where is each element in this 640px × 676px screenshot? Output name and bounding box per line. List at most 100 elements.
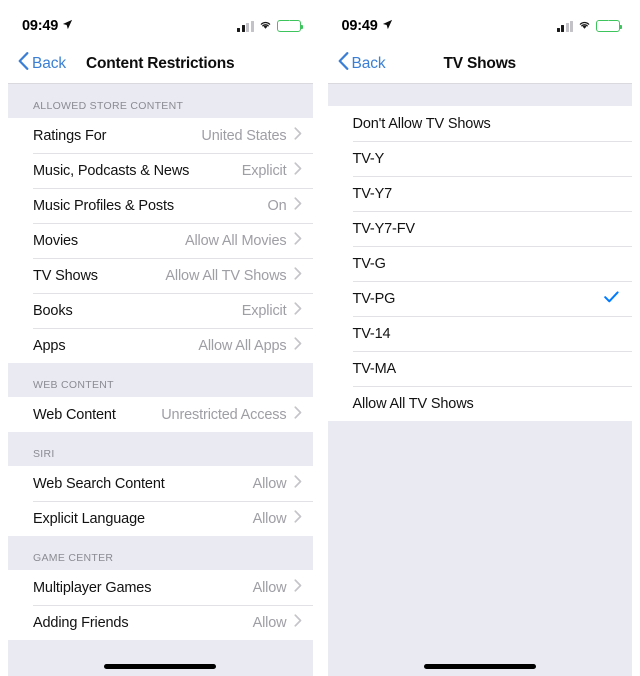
row-value: On <box>267 197 287 214</box>
row-label: Music Profiles & Posts <box>33 197 174 214</box>
tv-rating-option-tv-14[interactable]: TV-14 <box>327 316 632 351</box>
row-value: Allow <box>252 475 287 492</box>
tv-rating-option-tv-y[interactable]: TV-Y <box>327 141 632 176</box>
settings-row-apps[interactable]: Apps Allow All Apps <box>8 328 313 363</box>
tv-rating-option-tv-g[interactable]: TV-G <box>327 246 632 281</box>
checkmark-icon <box>604 290 619 308</box>
chevron-right-icon <box>293 336 302 355</box>
row-label: TV-Y7-FV <box>352 220 416 237</box>
row-value: Explicit <box>241 162 287 179</box>
tv-rating-option-tv-pg[interactable]: TV-PG <box>327 281 632 316</box>
row-value: Allow <box>252 510 287 527</box>
row-value: United States <box>201 127 287 144</box>
settings-row-ratings-for[interactable]: Ratings For United States <box>8 118 313 153</box>
chevron-left-icon <box>338 52 349 75</box>
row-label: TV-14 <box>352 325 391 342</box>
section-group-allowed-store-content: Ratings For United States Music, Podcast… <box>8 118 313 363</box>
tv-rating-option-tv-y7-fv[interactable]: TV-Y7-FV <box>327 211 632 246</box>
row-label: TV-Y7 <box>352 185 393 202</box>
back-button-left[interactable]: Back <box>8 52 66 75</box>
nav-bar-left: Back Content Restrictions <box>8 44 313 84</box>
chevron-right-icon <box>293 196 302 215</box>
tv-rating-option-tv-ma[interactable]: TV-MA <box>327 351 632 386</box>
section-header-game-center: GAME CENTER <box>8 536 313 570</box>
settings-list-left[interactable]: ALLOWED STORE CONTENT Ratings For United… <box>8 84 313 676</box>
chevron-right-icon <box>293 509 302 528</box>
row-label: Ratings For <box>33 127 107 144</box>
battery-charging-icon <box>276 20 303 32</box>
section-header-allowed-store-content: ALLOWED STORE CONTENT <box>8 84 313 118</box>
settings-row-books[interactable]: Books Explicit <box>8 293 313 328</box>
settings-row-movies[interactable]: Movies Allow All Movies <box>8 223 313 258</box>
section-header-web-content: WEB CONTENT <box>8 363 313 397</box>
row-label: Explicit Language <box>33 510 145 527</box>
home-indicator-left[interactable] <box>104 664 217 669</box>
settings-row-tv-shows[interactable]: TV Shows Allow All TV Shows <box>8 258 313 293</box>
tv-rating-options-group: Don't Allow TV Shows TV-Y TV-Y7 TV-Y7-FV… <box>327 106 632 421</box>
section-group-game-center: Multiplayer Games Allow Adding Friends A… <box>8 570 313 640</box>
row-label: Don't Allow TV Shows <box>352 115 491 132</box>
status-bar-time: 09:49 <box>341 18 378 34</box>
row-label: Movies <box>33 232 79 249</box>
nav-bar-right: Back TV Shows <box>327 44 632 84</box>
row-label: Adding Friends <box>33 614 129 631</box>
tv-rating-option-dont-allow-tv-shows[interactable]: Don't Allow TV Shows <box>327 106 632 141</box>
chevron-right-icon <box>293 161 302 180</box>
settings-row-music-podcasts-news[interactable]: Music, Podcasts & News Explicit <box>8 153 313 188</box>
tv-rating-option-allow-all-tv-shows[interactable]: Allow All TV Shows <box>327 386 632 421</box>
row-label: Books <box>33 302 73 319</box>
section-group-web-content: Web Content Unrestricted Access <box>8 397 313 432</box>
row-value: Explicit <box>241 302 287 319</box>
chevron-right-icon <box>293 126 302 145</box>
row-label: TV-MA <box>352 360 397 377</box>
wifi-icon <box>578 17 591 35</box>
cellular-signal-icon <box>556 20 573 32</box>
settings-row-adding-friends[interactable]: Adding Friends Allow <box>8 605 313 640</box>
settings-row-web-search-content[interactable]: Web Search Content Allow <box>8 466 313 501</box>
row-label: TV-PG <box>352 290 396 307</box>
location-arrow-icon <box>62 17 73 35</box>
status-bar-right: 09:49 <box>327 8 632 44</box>
back-button-right-label: Back <box>351 54 386 72</box>
tv-rating-option-tv-y7[interactable]: TV-Y7 <box>327 176 632 211</box>
status-bar-left: 09:49 <box>8 8 313 44</box>
chevron-right-icon <box>293 474 302 493</box>
status-bar-right-group <box>556 17 622 35</box>
row-label: TV-G <box>352 255 386 272</box>
settings-row-web-content[interactable]: Web Content Unrestricted Access <box>8 397 313 432</box>
back-button-right[interactable]: Back <box>328 52 386 75</box>
left-phone-screen: 09:49 Back Content Restrictions ALLOWED … <box>8 8 313 676</box>
home-indicator-right[interactable] <box>423 664 536 669</box>
row-value: Allow All Movies <box>184 232 287 249</box>
wifi-icon <box>259 17 272 35</box>
tv-shows-rating-list[interactable]: Don't Allow TV Shows TV-Y TV-Y7 TV-Y7-FV… <box>327 84 632 676</box>
row-label: Apps <box>33 337 66 354</box>
right-phone-screen: 09:49 Back TV Shows Don't Allow TV Shows… <box>327 8 632 676</box>
cellular-signal-icon <box>237 20 254 32</box>
row-value: Allow All Apps <box>198 337 287 354</box>
row-value: Allow <box>252 614 287 631</box>
row-value: Unrestricted Access <box>161 406 287 423</box>
row-value: Allow <box>252 579 287 596</box>
chevron-right-icon <box>293 578 302 597</box>
row-label: TV-Y <box>352 150 385 167</box>
status-bar-left-group: 09:49 <box>342 17 393 35</box>
list-top-spacer <box>327 84 632 106</box>
settings-row-explicit-language[interactable]: Explicit Language Allow <box>8 501 313 536</box>
section-group-siri: Web Search Content Allow Explicit Langua… <box>8 466 313 536</box>
row-label: Web Content <box>33 406 116 423</box>
status-bar-right-group <box>237 17 303 35</box>
row-label: Web Search Content <box>33 475 165 492</box>
settings-row-music-profiles-posts[interactable]: Music Profiles & Posts On <box>8 188 313 223</box>
row-label: Allow All TV Shows <box>352 395 474 412</box>
chevron-right-icon <box>293 266 302 285</box>
row-value: Allow All TV Shows <box>165 267 287 284</box>
section-header-siri: SIRI <box>8 432 313 466</box>
status-bar-left-group: 09:49 <box>22 17 73 35</box>
location-arrow-icon <box>382 17 393 35</box>
dual-screenshot-stage: 09:49 Back Content Restrictions ALLOWED … <box>0 0 640 676</box>
settings-row-multiplayer-games[interactable]: Multiplayer Games Allow <box>8 570 313 605</box>
chevron-left-icon <box>18 52 29 75</box>
row-label: Multiplayer Games <box>33 579 152 596</box>
row-label: TV Shows <box>33 267 98 284</box>
